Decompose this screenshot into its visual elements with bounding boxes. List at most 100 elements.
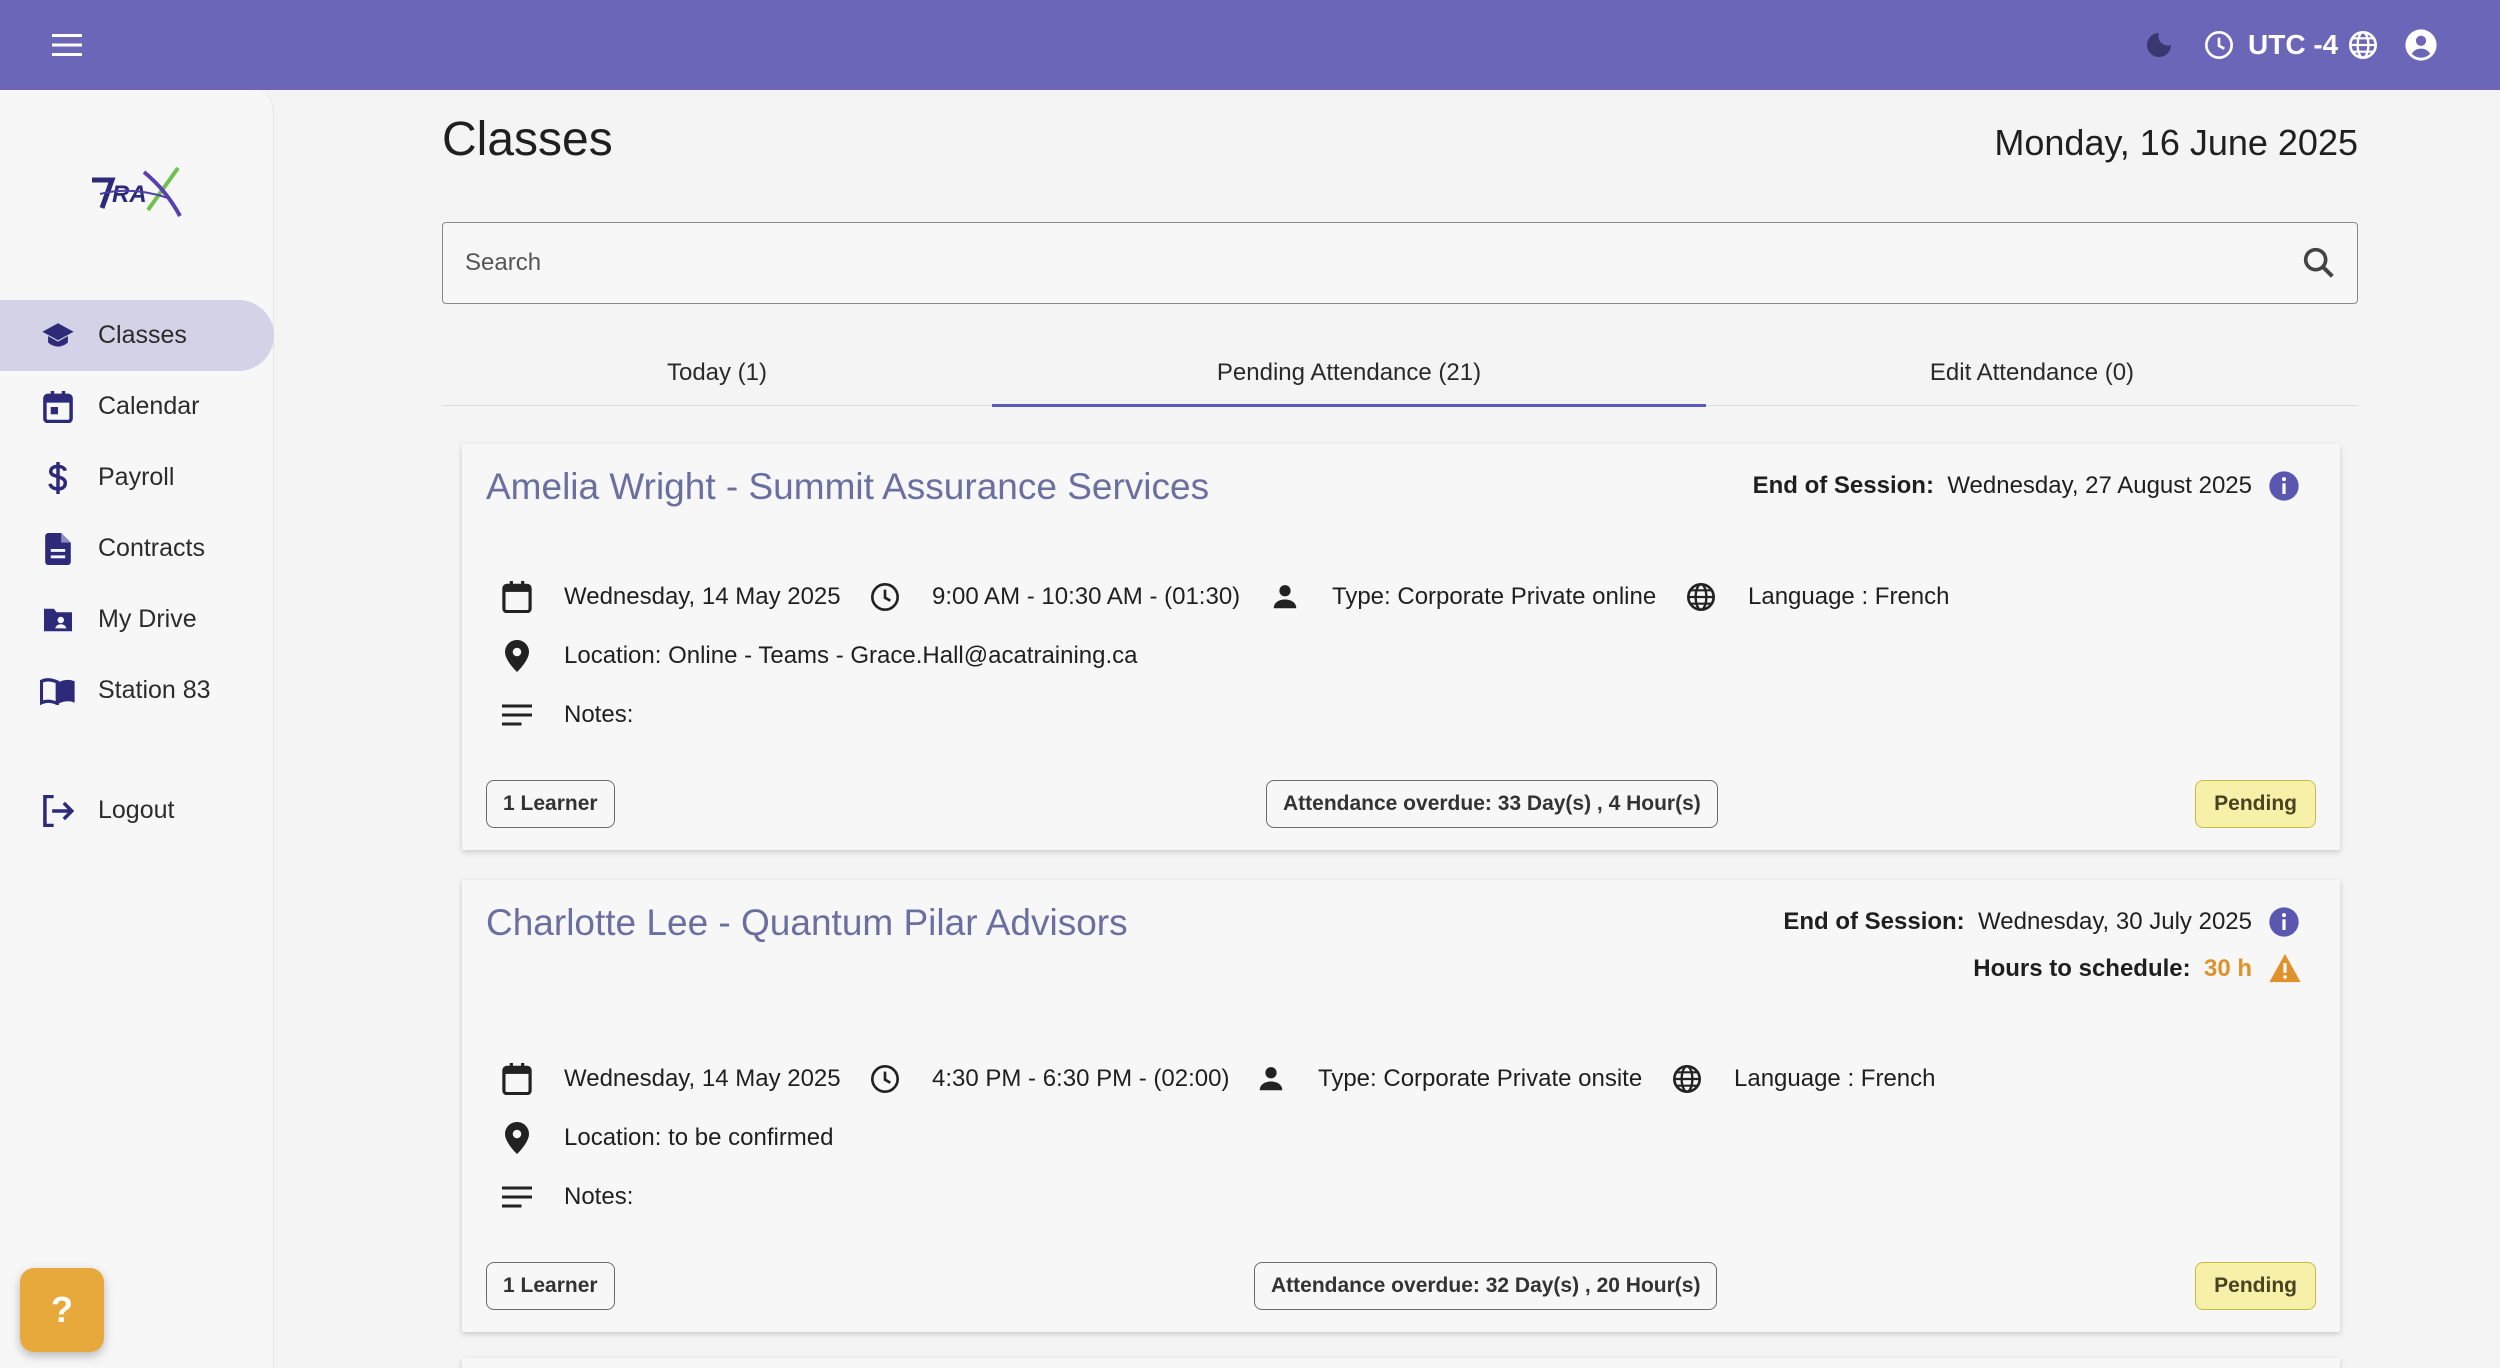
status-badge: Pending — [2195, 1262, 2316, 1310]
clock-icon — [2198, 24, 2240, 66]
sidebar-item-payroll[interactable]: Payroll — [0, 442, 274, 513]
tab-pending-attendance[interactable]: Pending Attendance (21) — [992, 340, 1706, 407]
class-language-text: Language : French — [1734, 1065, 1936, 1092]
class-location: Location: Online - Teams - Grace.Hall@ac… — [500, 639, 1138, 673]
class-type-text: Type: Corporate Private onsite — [1318, 1065, 1643, 1092]
class-time: 9:00 AM - 10:30 AM - (01:30) — [868, 580, 1240, 614]
hours-to-schedule-label: Hours to schedule: — [1973, 955, 2191, 982]
end-of-session-label: End of Session: — [1783, 908, 1965, 935]
class-date-text: Wednesday, 14 May 2025 — [564, 1065, 841, 1092]
location-pin-icon — [500, 1121, 534, 1155]
page-title: Classes — [442, 113, 613, 166]
class-date-text: Wednesday, 14 May 2025 — [564, 583, 841, 610]
clock-icon — [868, 1062, 902, 1096]
class-card[interactable]: Charlotte Lee - Quantum Pilar Advisors E… — [462, 880, 2340, 1332]
calendar-icon — [40, 389, 76, 425]
class-notes-text: Notes: — [564, 1183, 634, 1210]
end-of-session-label: End of Session: — [1752, 472, 1934, 499]
globe-icon — [1670, 1062, 1704, 1096]
help-button[interactable]: ? — [20, 1268, 104, 1352]
search-field — [442, 222, 2358, 304]
class-date: Wednesday, 14 May 2025 — [500, 580, 841, 614]
warning-icon[interactable] — [2268, 952, 2302, 984]
class-type: Type: Corporate Private online — [1268, 580, 1656, 614]
learner-count-chip[interactable]: 1 Learner — [486, 1262, 615, 1310]
class-card[interactable]: Amelia Wright - Summit Assurance Service… — [462, 444, 2340, 850]
sidebar-item-label: Payroll — [98, 463, 175, 491]
class-date: Wednesday, 14 May 2025 — [500, 1062, 841, 1096]
sidebar-item-label: Calendar — [98, 392, 200, 420]
class-language-text: Language : French — [1748, 583, 1950, 610]
class-title[interactable]: Amelia Wright - Summit Assurance Service… — [486, 466, 1209, 508]
person-icon — [1268, 580, 1302, 614]
notes-icon — [500, 698, 534, 732]
attendance-overdue-chip: Attendance overdue: 33 Day(s) , 4 Hour(s… — [1266, 780, 1718, 828]
sidebar-item-classes[interactable]: Classes — [0, 300, 274, 371]
class-language: Language : French — [1670, 1062, 1935, 1096]
sidebar-item-logout[interactable]: Logout — [0, 775, 274, 846]
learner-count-chip[interactable]: 1 Learner — [486, 780, 615, 828]
info-icon[interactable] — [2268, 906, 2300, 938]
class-location-text: Location: to be confirmed — [564, 1124, 834, 1151]
search-icon[interactable] — [2299, 243, 2339, 283]
class-notes: Notes: — [500, 698, 633, 732]
sidebar-item-contracts[interactable]: Contracts — [0, 513, 274, 584]
class-time-text: 4:30 PM - 6:30 PM - (02:00) — [932, 1065, 1230, 1092]
class-location-text: Location: Online - Teams - Grace.Hall@ac… — [564, 642, 1138, 669]
hours-to-schedule-value: 30 h — [2203, 955, 2252, 982]
end-of-session-value: Wednesday, 27 August 2025 — [1947, 472, 2252, 499]
dollar-icon — [40, 460, 76, 496]
sidebar-item-my-drive[interactable]: My Drive — [0, 584, 274, 655]
sidebar-item-label: Logout — [98, 796, 175, 824]
class-type: Type: Corporate Private onsite — [1254, 1062, 1642, 1096]
timezone-label[interactable]: UTC -4 — [2248, 24, 2338, 66]
sidebar-item-label: Station 83 — [98, 676, 211, 704]
moon-icon[interactable] — [2138, 24, 2180, 66]
end-of-session-value: Wednesday, 30 July 2025 — [1978, 908, 2252, 935]
class-title[interactable]: Charlotte Lee - Quantum Pilar Advisors — [486, 902, 1128, 944]
book-icon — [40, 673, 76, 709]
tab-today[interactable]: Today (1) — [442, 340, 992, 406]
class-language: Language : French — [1684, 580, 1949, 614]
info-icon[interactable] — [2268, 470, 2300, 502]
current-date: Monday, 16 June 2025 — [1994, 122, 2358, 163]
search-input[interactable] — [465, 223, 2265, 303]
class-card[interactable] — [462, 1358, 2340, 1368]
clock-icon — [868, 580, 902, 614]
calendar-icon — [500, 580, 534, 614]
end-of-session: End of Session: Wednesday, 27 August 202… — [1753, 472, 2252, 500]
tab-edit-attendance[interactable]: Edit Attendance (0) — [1706, 340, 2358, 406]
sidebar-item-label: Contracts — [98, 534, 205, 562]
person-icon — [1254, 1062, 1288, 1096]
class-time: 4:30 PM - 6:30 PM - (02:00) — [868, 1062, 1229, 1096]
attendance-tabs: Today (1) Pending Attendance (21) Edit A… — [442, 340, 2358, 407]
menu-icon[interactable] — [44, 22, 90, 68]
attendance-overdue-chip: Attendance overdue: 32 Day(s) , 20 Hour(… — [1254, 1262, 1718, 1310]
class-notes: Notes: — [500, 1180, 633, 1214]
hours-to-schedule: Hours to schedule: 30 h — [1973, 955, 2252, 983]
document-icon — [40, 531, 76, 567]
sidebar: RA Classes Calendar Payroll Contracts My… — [0, 90, 274, 1368]
globe-icon — [1684, 580, 1718, 614]
top-app-bar: UTC -4 — [0, 0, 2500, 90]
school-icon — [40, 318, 76, 354]
help-icon: ? — [51, 1289, 73, 1330]
sidebar-item-label: Classes — [98, 321, 187, 349]
globe-icon[interactable] — [2342, 24, 2384, 66]
class-type-text: Type: Corporate Private online — [1332, 583, 1657, 610]
class-time-text: 9:00 AM - 10:30 AM - (01:30) — [932, 583, 1241, 610]
location-pin-icon — [500, 639, 534, 673]
sidebar-item-calendar[interactable]: Calendar — [0, 371, 274, 442]
trax-logo: RA — [82, 150, 202, 230]
status-badge: Pending — [2195, 780, 2316, 828]
class-notes-text: Notes: — [564, 701, 634, 728]
logout-icon — [40, 793, 76, 829]
calendar-icon — [500, 1062, 534, 1096]
sidebar-item-station-83[interactable]: Station 83 — [0, 655, 274, 726]
notes-icon — [500, 1180, 534, 1214]
account-icon[interactable] — [2400, 24, 2442, 66]
end-of-session: End of Session: Wednesday, 30 July 2025 — [1783, 908, 2252, 936]
folder-icon — [40, 602, 76, 638]
sidebar-item-label: My Drive — [98, 605, 197, 633]
svg-text:RA: RA — [112, 181, 147, 208]
